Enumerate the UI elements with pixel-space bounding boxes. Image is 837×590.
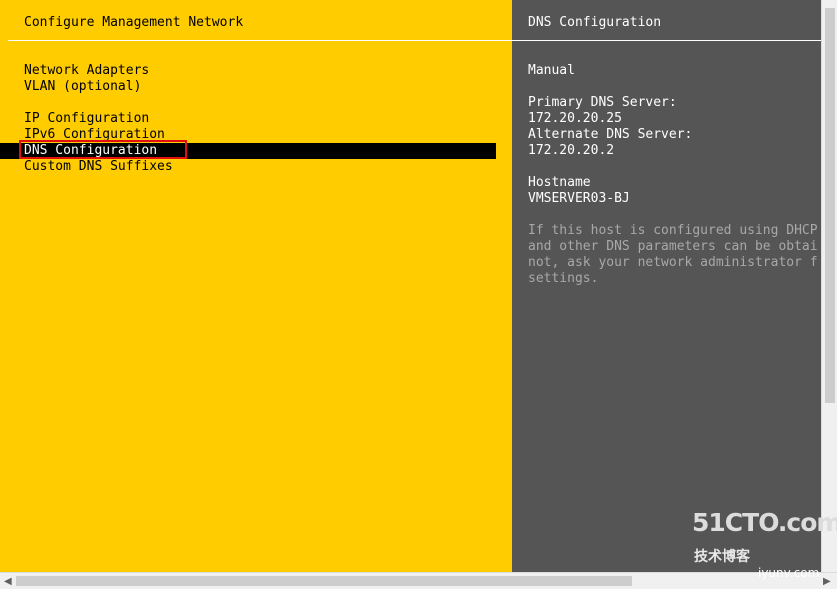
primary-dns-label: Primary DNS Server: xyxy=(528,95,677,110)
menu-spacer xyxy=(0,95,512,111)
horizontal-scroll-thumb[interactable] xyxy=(16,576,632,586)
alternate-dns-label: Alternate DNS Server: xyxy=(528,127,693,142)
horizontal-scrollbar[interactable]: ◀ ▶ xyxy=(0,572,837,589)
details-title-divider xyxy=(512,40,821,41)
menu-item-network-adapters[interactable]: Network Adapters xyxy=(0,63,512,79)
menu-panel-title: Configure Management Network xyxy=(24,15,244,30)
help-text-line: and other DNS parameters can be obtai xyxy=(528,239,818,254)
title-divider xyxy=(8,40,512,41)
dns-mode: Manual xyxy=(528,63,575,78)
help-text-line: settings. xyxy=(528,271,599,286)
alternate-dns-value: 172.20.20.2 xyxy=(528,143,615,158)
help-text-line: If this host is configured using DHCP xyxy=(528,223,818,238)
scroll-right-arrow-icon[interactable]: ▶ xyxy=(823,574,831,590)
hostname-label: Hostname xyxy=(528,175,591,190)
menu-item-custom-dns-suffixes[interactable]: Custom DNS Suffixes xyxy=(0,159,512,175)
menu-panel: Configure Management Network Network Ada… xyxy=(0,0,512,572)
primary-dns-value: 172.20.20.25 xyxy=(528,111,622,126)
scroll-left-arrow-icon[interactable]: ◀ xyxy=(4,574,12,590)
help-text-line: not, ask your network administrator f xyxy=(528,255,818,270)
vertical-scrollbar[interactable] xyxy=(821,0,837,572)
details-panel: DNS Configuration Manual Primary DNS Ser… xyxy=(512,0,821,572)
selection-highlight-box xyxy=(19,140,187,159)
vertical-scroll-thumb[interactable] xyxy=(825,8,835,403)
menu-item-ip-configuration[interactable]: IP Configuration xyxy=(0,111,512,127)
menu-item-vlan[interactable]: VLAN (optional) xyxy=(0,79,512,95)
details-panel-title: DNS Configuration xyxy=(528,15,662,30)
hostname-value: VMSERVER03-BJ xyxy=(528,191,630,206)
